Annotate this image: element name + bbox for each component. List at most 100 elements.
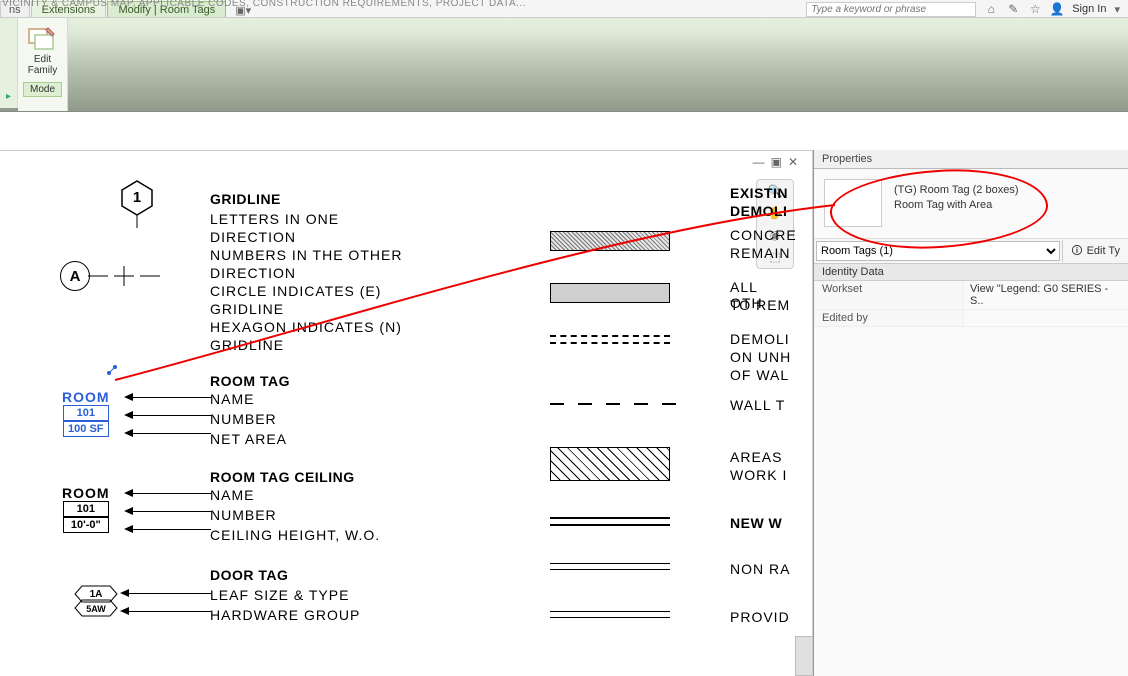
view-minimize-icon[interactable]: — — [753, 155, 765, 169]
edit-type-icon: 🛈 — [1071, 242, 1082, 261]
room-tag-area-value: 100 SF — [63, 421, 109, 437]
type-selector[interactable]: (TG) Room Tag (2 boxes) Room Tag with Ar… — [814, 169, 1128, 239]
view-controls: — ▣ ✕ — [753, 155, 798, 169]
rc-ofwal: OF WAL — [730, 367, 789, 383]
chevron-right-icon: ▸ — [6, 91, 11, 102]
rc-demoli: DEMOLI — [730, 203, 787, 219]
prop-value[interactable]: View "Legend: G0 SERIES - S.. — [964, 281, 1128, 309]
svg-text:1: 1 — [133, 189, 141, 206]
edit-family-icon — [27, 24, 59, 52]
hatch-non-rated — [550, 563, 670, 570]
group-identity-data[interactable]: Identity Data — [814, 264, 1128, 281]
room-tag-name-label: NAME — [210, 391, 254, 407]
rc-exist: EXISTIN — [730, 185, 788, 201]
prop-row-editedby[interactable]: Edited by — [814, 310, 1128, 327]
filter-dropdown[interactable]: Room Tags (1) — [816, 241, 1060, 261]
prop-key: Edited by — [814, 310, 964, 326]
scrollbar-stub[interactable] — [795, 636, 813, 676]
gridline-desc-8: GRIDLINE — [210, 337, 284, 353]
sign-in-link[interactable]: Sign In — [1072, 3, 1106, 15]
edit-family-panel[interactable]: Edit Family Mode — [18, 18, 68, 111]
keys-icon[interactable]: ✎ — [1006, 2, 1020, 16]
properties-panel: Properties (TG) Room Tag (2 boxes) Room … — [813, 150, 1128, 676]
gridline-hex-symbol: 1 — [120, 185, 154, 215]
door-tag-leaf-label: LEAF SIZE & TYPE — [210, 587, 349, 603]
properties-title: Properties — [814, 150, 1128, 169]
gridline-desc-4: DIRECTION — [210, 265, 296, 281]
gridline-desc-7: HEXAGON INDICATES (N) — [210, 319, 402, 335]
type-family-name: (TG) Room Tag (2 boxes) — [894, 183, 1019, 198]
ceiling-tag-name-value: ROOM — [62, 485, 110, 501]
rc-demoli2: DEMOLI — [730, 331, 790, 347]
workspace: — ▣ ✕ 🔍 ✋ ◉ ⬚ GRIDLINE 1 A LETTERS IN ON… — [0, 150, 1128, 676]
edit-family-label: Edit Family — [28, 54, 57, 76]
edit-type-button[interactable]: 🛈Edit Ty — [1062, 240, 1128, 262]
hatch-solid — [550, 283, 670, 303]
prop-row-workset[interactable]: Workset View "Legend: G0 SERIES - S.. — [814, 281, 1128, 310]
mode-label: Mode — [23, 82, 62, 97]
door-tag-hw-label: HARDWARE GROUP — [210, 607, 360, 623]
user-icon[interactable]: 👤 — [1050, 2, 1064, 16]
leader-arrow — [124, 391, 211, 403]
leader-arrow — [124, 523, 211, 535]
leader-arrow — [124, 487, 211, 499]
room-tag-selection-handle[interactable] — [105, 363, 119, 380]
rc-concre: CONCRE — [730, 227, 797, 243]
gridline-desc-3: NUMBERS IN THE OTHER — [210, 247, 402, 263]
room-tag-area-label: NET AREA — [210, 431, 287, 447]
ceiling-tag-height-label: CEILING HEIGHT, W.O. — [210, 527, 380, 543]
rc-wallt: WALL T — [730, 397, 785, 413]
ceiling-tag-height-value: 10'-0" — [63, 517, 109, 533]
rc-onunh: ON UNH — [730, 349, 791, 365]
view-restore-icon[interactable]: ▣ — [771, 155, 782, 169]
star-icon[interactable]: ☆ — [1028, 2, 1042, 16]
leader-arrow — [120, 605, 211, 617]
room-tag-number-value: 101 — [63, 405, 109, 421]
prop-value[interactable] — [964, 310, 1128, 326]
legend-content: GRIDLINE 1 A LETTERS IN ONE DIRECTION NU… — [50, 191, 792, 676]
gridline-desc-5: CIRCLE INDICATES (E) — [210, 283, 381, 299]
hatch-concrete — [550, 231, 670, 251]
leader-arrow — [124, 427, 211, 439]
ribbon: ▸ Edit Family Mode — [0, 18, 1128, 112]
room-tag-ceiling-header: ROOM TAG CEILING — [210, 469, 355, 485]
door-tag-symbol: 1A5AW — [74, 585, 118, 617]
ceiling-tag-number-value: 101 — [63, 501, 109, 517]
hatch-new-wall — [550, 517, 670, 526]
view-close-icon[interactable]: ✕ — [788, 155, 798, 169]
gridline-desc-2: DIRECTION — [210, 229, 296, 245]
type-type-name: Room Tag with Area — [894, 198, 1019, 213]
doc-title-truncated: VICINITY & CAMPUS MAP, APPLICABLE CODES,… — [0, 0, 540, 9]
rc-neww: NEW W — [730, 515, 782, 531]
leader-arrow — [120, 587, 211, 599]
room-tag-name-value: ROOM — [62, 389, 110, 405]
svg-text:5AW: 5AW — [86, 604, 106, 614]
door-tag-header: DOOR TAG — [210, 567, 288, 583]
search-input[interactable] — [806, 2, 976, 17]
titlebar-right: ⌂ ✎ ☆ 👤 Sign In ▾ — [806, 0, 1120, 18]
leader-arrow — [124, 505, 211, 517]
help-icon[interactable]: ⌂ — [984, 2, 998, 16]
gridline-desc-1: LETTERS IN ONE — [210, 211, 339, 227]
ceiling-tag-number-label: NUMBER — [210, 507, 277, 523]
room-tag-number-label: NUMBER — [210, 411, 277, 427]
rc-areas: AREAS — [730, 449, 782, 465]
ribbon-drop[interactable]: ▸ — [0, 18, 18, 108]
rc-remain: REMAIN — [730, 245, 790, 261]
room-tag-ceiling-symbol: ROOM 101 10'-0" — [62, 485, 110, 533]
drawing-canvas[interactable]: — ▣ ✕ 🔍 ✋ ◉ ⬚ GRIDLINE 1 A LETTERS IN ON… — [0, 150, 813, 676]
leader-arrow — [124, 409, 211, 421]
hatch-dashed-double — [550, 335, 670, 344]
gridline-header: GRIDLINE — [210, 191, 281, 207]
svg-text:1A: 1A — [90, 589, 103, 600]
ceiling-tag-name-label: NAME — [210, 487, 254, 503]
hatch-provide — [550, 611, 670, 618]
room-tag-selected[interactable]: ROOM 101 100 SF — [62, 389, 110, 437]
gridline-desc-6: GRIDLINE — [210, 301, 284, 317]
hatch-dash-spaced — [550, 401, 680, 407]
gridline-circle-symbol: A — [60, 261, 168, 291]
hatch-diagonal — [550, 447, 670, 481]
rc-torem: TO REM — [730, 297, 790, 313]
prop-key: Workset — [814, 281, 964, 309]
type-thumbnail — [824, 179, 882, 227]
